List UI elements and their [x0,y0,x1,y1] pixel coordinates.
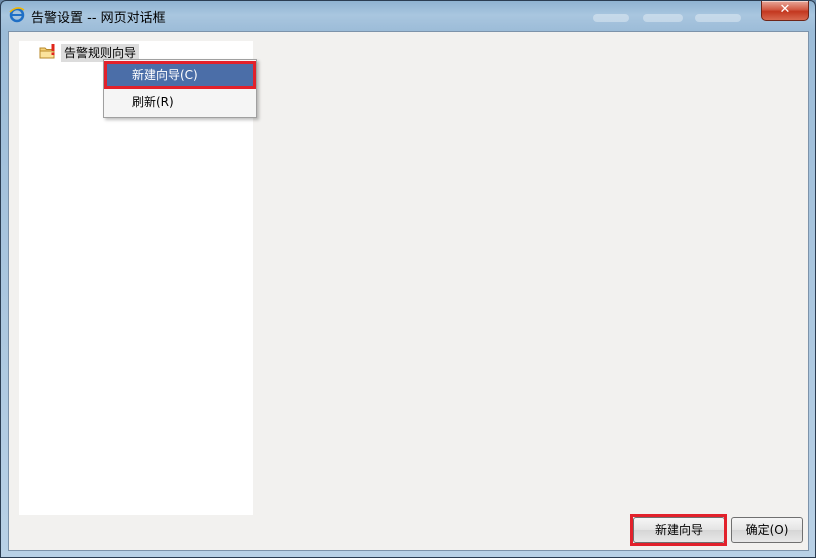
blurred-title-area [695,14,741,22]
blurred-title-area [593,14,629,22]
ie-icon [9,7,25,23]
tree-panel: 告警规则向导 新建向导(C) 刷新(R) [19,41,257,515]
dialog-window: 告警设置 -- 网页对话框 ✕ 告警规则向导 新建向导(C) 刷新(R) 新建向… [0,0,816,558]
ok-button[interactable]: 确定(O) [731,517,803,543]
new-wizard-button[interactable]: 新建向导 [633,517,725,543]
context-menu: 新建向导(C) 刷新(R) [103,59,257,118]
blurred-title-area [643,14,683,22]
dialog-client-area: 告警规则向导 新建向导(C) 刷新(R) 新建向导 确定(O) [8,31,809,551]
folder-warning-icon [39,44,57,60]
menu-item-new-wizard[interactable]: 新建向导(C) [104,61,256,89]
window-title: 告警设置 -- 网页对话框 [31,11,166,26]
title-bar[interactable]: 告警设置 -- 网页对话框 ✕ [1,1,815,29]
menu-item-refresh[interactable]: 刷新(R) [106,90,254,114]
close-icon: ✕ [779,2,791,17]
close-button[interactable]: ✕ [761,1,809,21]
